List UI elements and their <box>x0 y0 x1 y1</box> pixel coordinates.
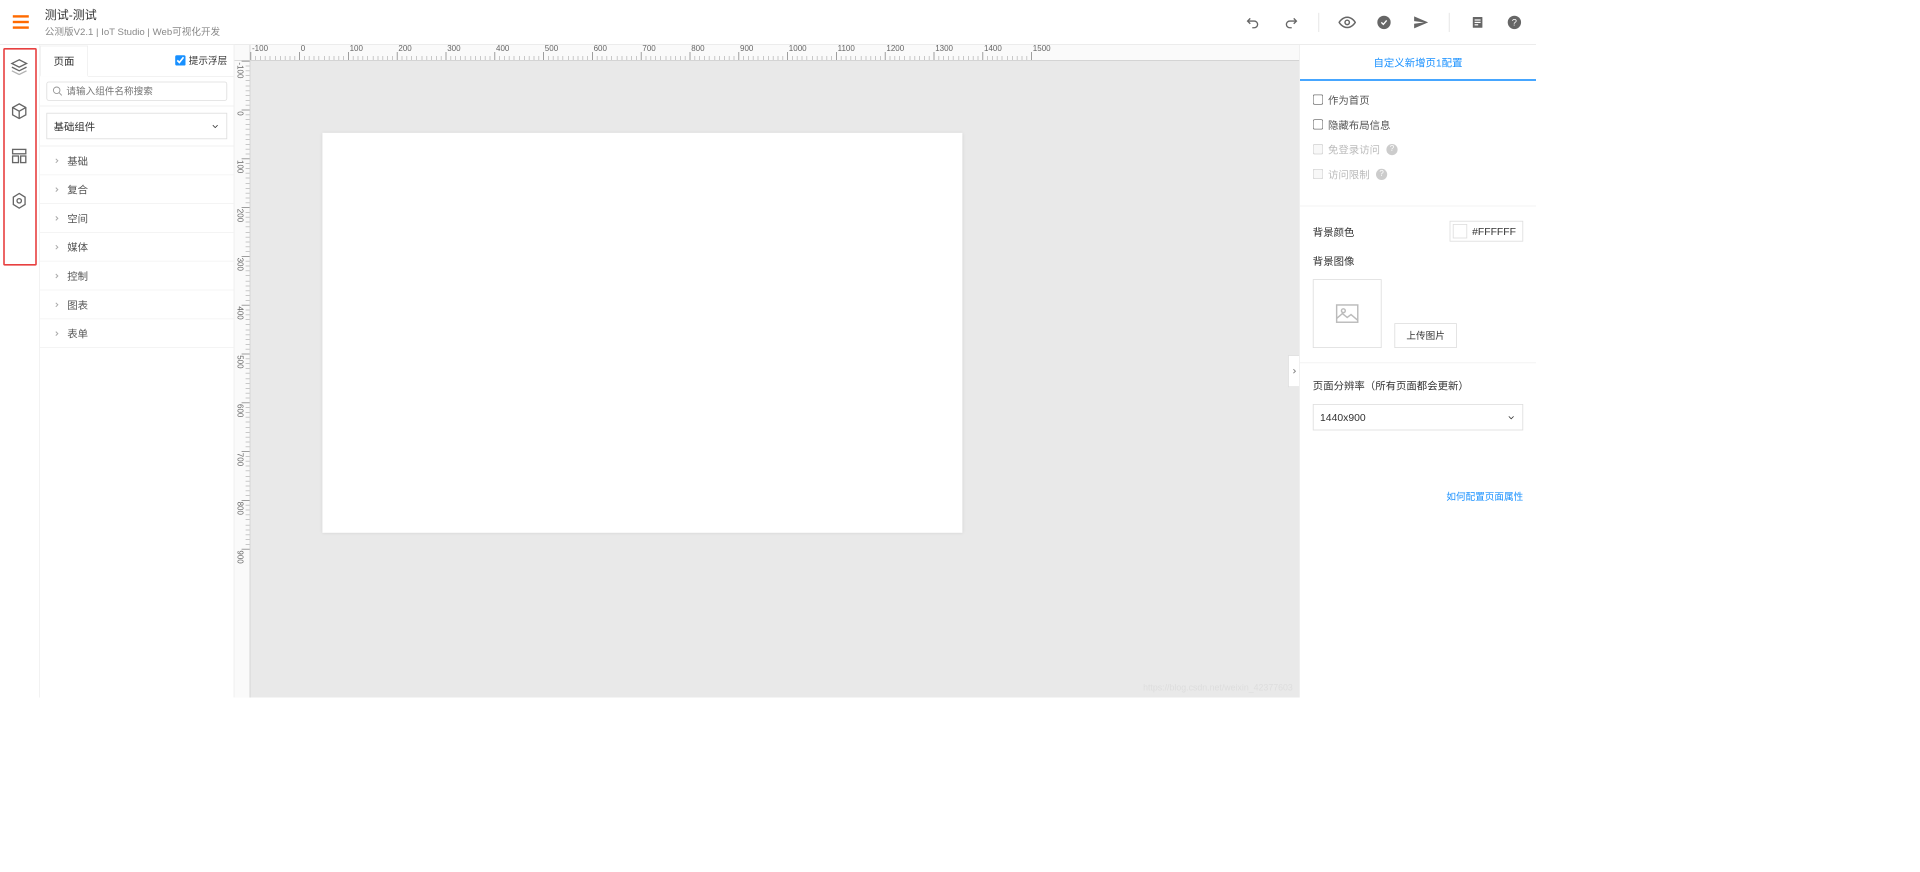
upload-button[interactable]: 上传图片 <box>1394 323 1456 348</box>
page-title: 测试-测试 <box>45 6 220 23</box>
help-link[interactable]: 如何配置页面属性 <box>1313 442 1523 504</box>
component-type-select-wrap: 基础组件 <box>40 106 234 146</box>
hint-layer-toggle[interactable]: 提示浮层 <box>175 54 233 68</box>
search-icon <box>52 86 63 97</box>
category-label: 图表 <box>67 297 88 312</box>
checkbox-label: 作为首页 <box>1328 92 1370 107</box>
bg-color-value: #FFFFFF <box>1472 225 1516 237</box>
resolution-value: 1440x900 <box>1320 411 1366 423</box>
cube-icon[interactable] <box>10 102 29 121</box>
settings-icon[interactable] <box>10 192 29 211</box>
divider <box>1449 12 1450 31</box>
chevron-down-icon <box>1506 412 1516 422</box>
right-panel: 自定义新增页1配置 作为首页隐藏布局信息免登录访问?访问限制? 背景颜色 #FF… <box>1299 45 1536 698</box>
checkbox <box>1313 169 1323 179</box>
checkbox[interactable] <box>1313 94 1323 104</box>
config-checkbox: 访问限制? <box>1313 166 1523 181</box>
chevron-right-icon <box>53 300 61 308</box>
component-type-select[interactable]: 基础组件 <box>46 113 227 139</box>
hint-layer-checkbox[interactable] <box>175 55 185 65</box>
config-tab[interactable]: 自定义新增页1配置 <box>1300 45 1536 81</box>
category-item[interactable]: 基础 <box>40 146 234 175</box>
image-placeholder[interactable] <box>1313 279 1382 348</box>
category-label: 复合 <box>67 182 88 197</box>
left-rail <box>0 45 40 698</box>
chevron-right-icon <box>53 214 61 222</box>
topbar-actions: ? <box>1245 12 1523 31</box>
category-item[interactable]: 媒体 <box>40 233 234 262</box>
checkbox-label: 免登录访问 <box>1328 142 1380 157</box>
select-value: 基础组件 <box>54 118 96 133</box>
config-checkbox[interactable]: 作为首页 <box>1313 92 1523 107</box>
redo-icon[interactable] <box>1282 13 1300 31</box>
svg-text:?: ? <box>1512 17 1517 27</box>
help-tooltip-icon[interactable]: ? <box>1386 144 1397 155</box>
category-item[interactable]: 图表 <box>40 290 234 319</box>
category-item[interactable]: 控制 <box>40 262 234 291</box>
bg-image-label: 背景图像 <box>1313 253 1523 268</box>
category-label: 媒体 <box>67 239 88 254</box>
bg-color-label: 背景颜色 <box>1313 224 1355 239</box>
config-body: 作为首页隐藏布局信息免登录访问?访问限制? 背景颜色 #FFFFFF 背景图像 … <box>1300 81 1536 515</box>
help-tooltip-icon[interactable]: ? <box>1376 168 1387 179</box>
category-list: 基础复合空间媒体控制图表表单 <box>40 146 234 348</box>
canvas-scroll[interactable] <box>250 61 1299 698</box>
hamburger-menu-icon[interactable] <box>13 12 32 31</box>
doc-icon[interactable] <box>1469 13 1487 31</box>
preview-icon[interactable] <box>1338 13 1356 31</box>
checkbox-label: 访问限制 <box>1328 166 1370 181</box>
bg-color-input[interactable]: #FFFFFF <box>1450 221 1524 242</box>
image-icon <box>1335 304 1359 323</box>
category-label: 空间 <box>67 210 88 225</box>
resolution-select[interactable]: 1440x900 <box>1313 404 1523 430</box>
category-item[interactable]: 复合 <box>40 175 234 204</box>
page-artboard[interactable] <box>322 133 962 533</box>
bg-color-row: 背景颜色 #FFFFFF <box>1313 221 1523 242</box>
separator <box>1300 206 1536 207</box>
category-label: 控制 <box>67 268 88 283</box>
chevron-right-icon <box>53 272 61 280</box>
config-checkbox[interactable]: 隐藏布局信息 <box>1313 117 1523 132</box>
chevron-down-icon <box>210 121 220 131</box>
hint-layer-label: 提示浮层 <box>189 54 227 68</box>
chevron-right-icon <box>53 243 61 251</box>
layers-icon[interactable] <box>10 58 29 77</box>
undo-icon[interactable] <box>1245 13 1263 31</box>
chevron-right-icon <box>53 329 61 337</box>
category-label: 基础 <box>67 153 88 168</box>
config-checkbox: 免登录访问? <box>1313 142 1523 157</box>
category-label: 表单 <box>67 326 88 341</box>
ruler-horizontal: -100010020030040050060070080090010001100… <box>250 45 1299 61</box>
left-panel-tabs: 页面 提示浮层 <box>40 45 234 77</box>
layout-icon[interactable] <box>10 147 29 166</box>
checkbox <box>1313 144 1323 154</box>
ruler-corner <box>234 45 250 61</box>
chevron-right-icon <box>53 185 61 193</box>
category-item[interactable]: 空间 <box>40 204 234 233</box>
left-panel: 页面 提示浮层 基础组件 基础复合空间媒体控制图表表单 <box>40 45 234 698</box>
checkbox-label: 隐藏布局信息 <box>1328 117 1390 132</box>
tab-page[interactable]: 页面 <box>40 45 88 76</box>
help-icon[interactable]: ? <box>1506 13 1524 31</box>
topbar: 测试-测试 公测版V2.1 | IoT Studio | Web可视化开发 ? <box>0 0 1536 45</box>
canvas-area: -100010020030040050060070080090010001100… <box>234 45 1299 698</box>
publish-icon[interactable] <box>1412 13 1430 31</box>
watermark: https://blog.csdn.net/weixin_42377603 <box>1143 683 1293 693</box>
check-circle-icon[interactable] <box>1375 13 1393 31</box>
page-subtitle: 公测版V2.1 | IoT Studio | Web可视化开发 <box>45 24 220 38</box>
ruler-vertical: -1000100200300400500600700800900 <box>234 61 250 698</box>
component-search <box>40 77 234 107</box>
resolution-label: 页面分辨率（所有页面都会更新） <box>1313 378 1523 393</box>
bg-image-row: 上传图片 <box>1313 279 1523 348</box>
chevron-right-icon <box>53 156 61 164</box>
color-swatch <box>1453 224 1467 238</box>
checkbox[interactable] <box>1313 119 1323 129</box>
divider <box>1318 12 1319 31</box>
category-item[interactable]: 表单 <box>40 319 234 348</box>
separator <box>1300 362 1536 363</box>
search-input[interactable] <box>66 86 221 97</box>
main: 页面 提示浮层 基础组件 基础复合空间媒体控制图表表单 <box>0 45 1536 698</box>
title-block: 测试-测试 公测版V2.1 | IoT Studio | Web可视化开发 <box>45 6 220 38</box>
collapse-right-panel-icon[interactable] <box>1288 355 1299 387</box>
